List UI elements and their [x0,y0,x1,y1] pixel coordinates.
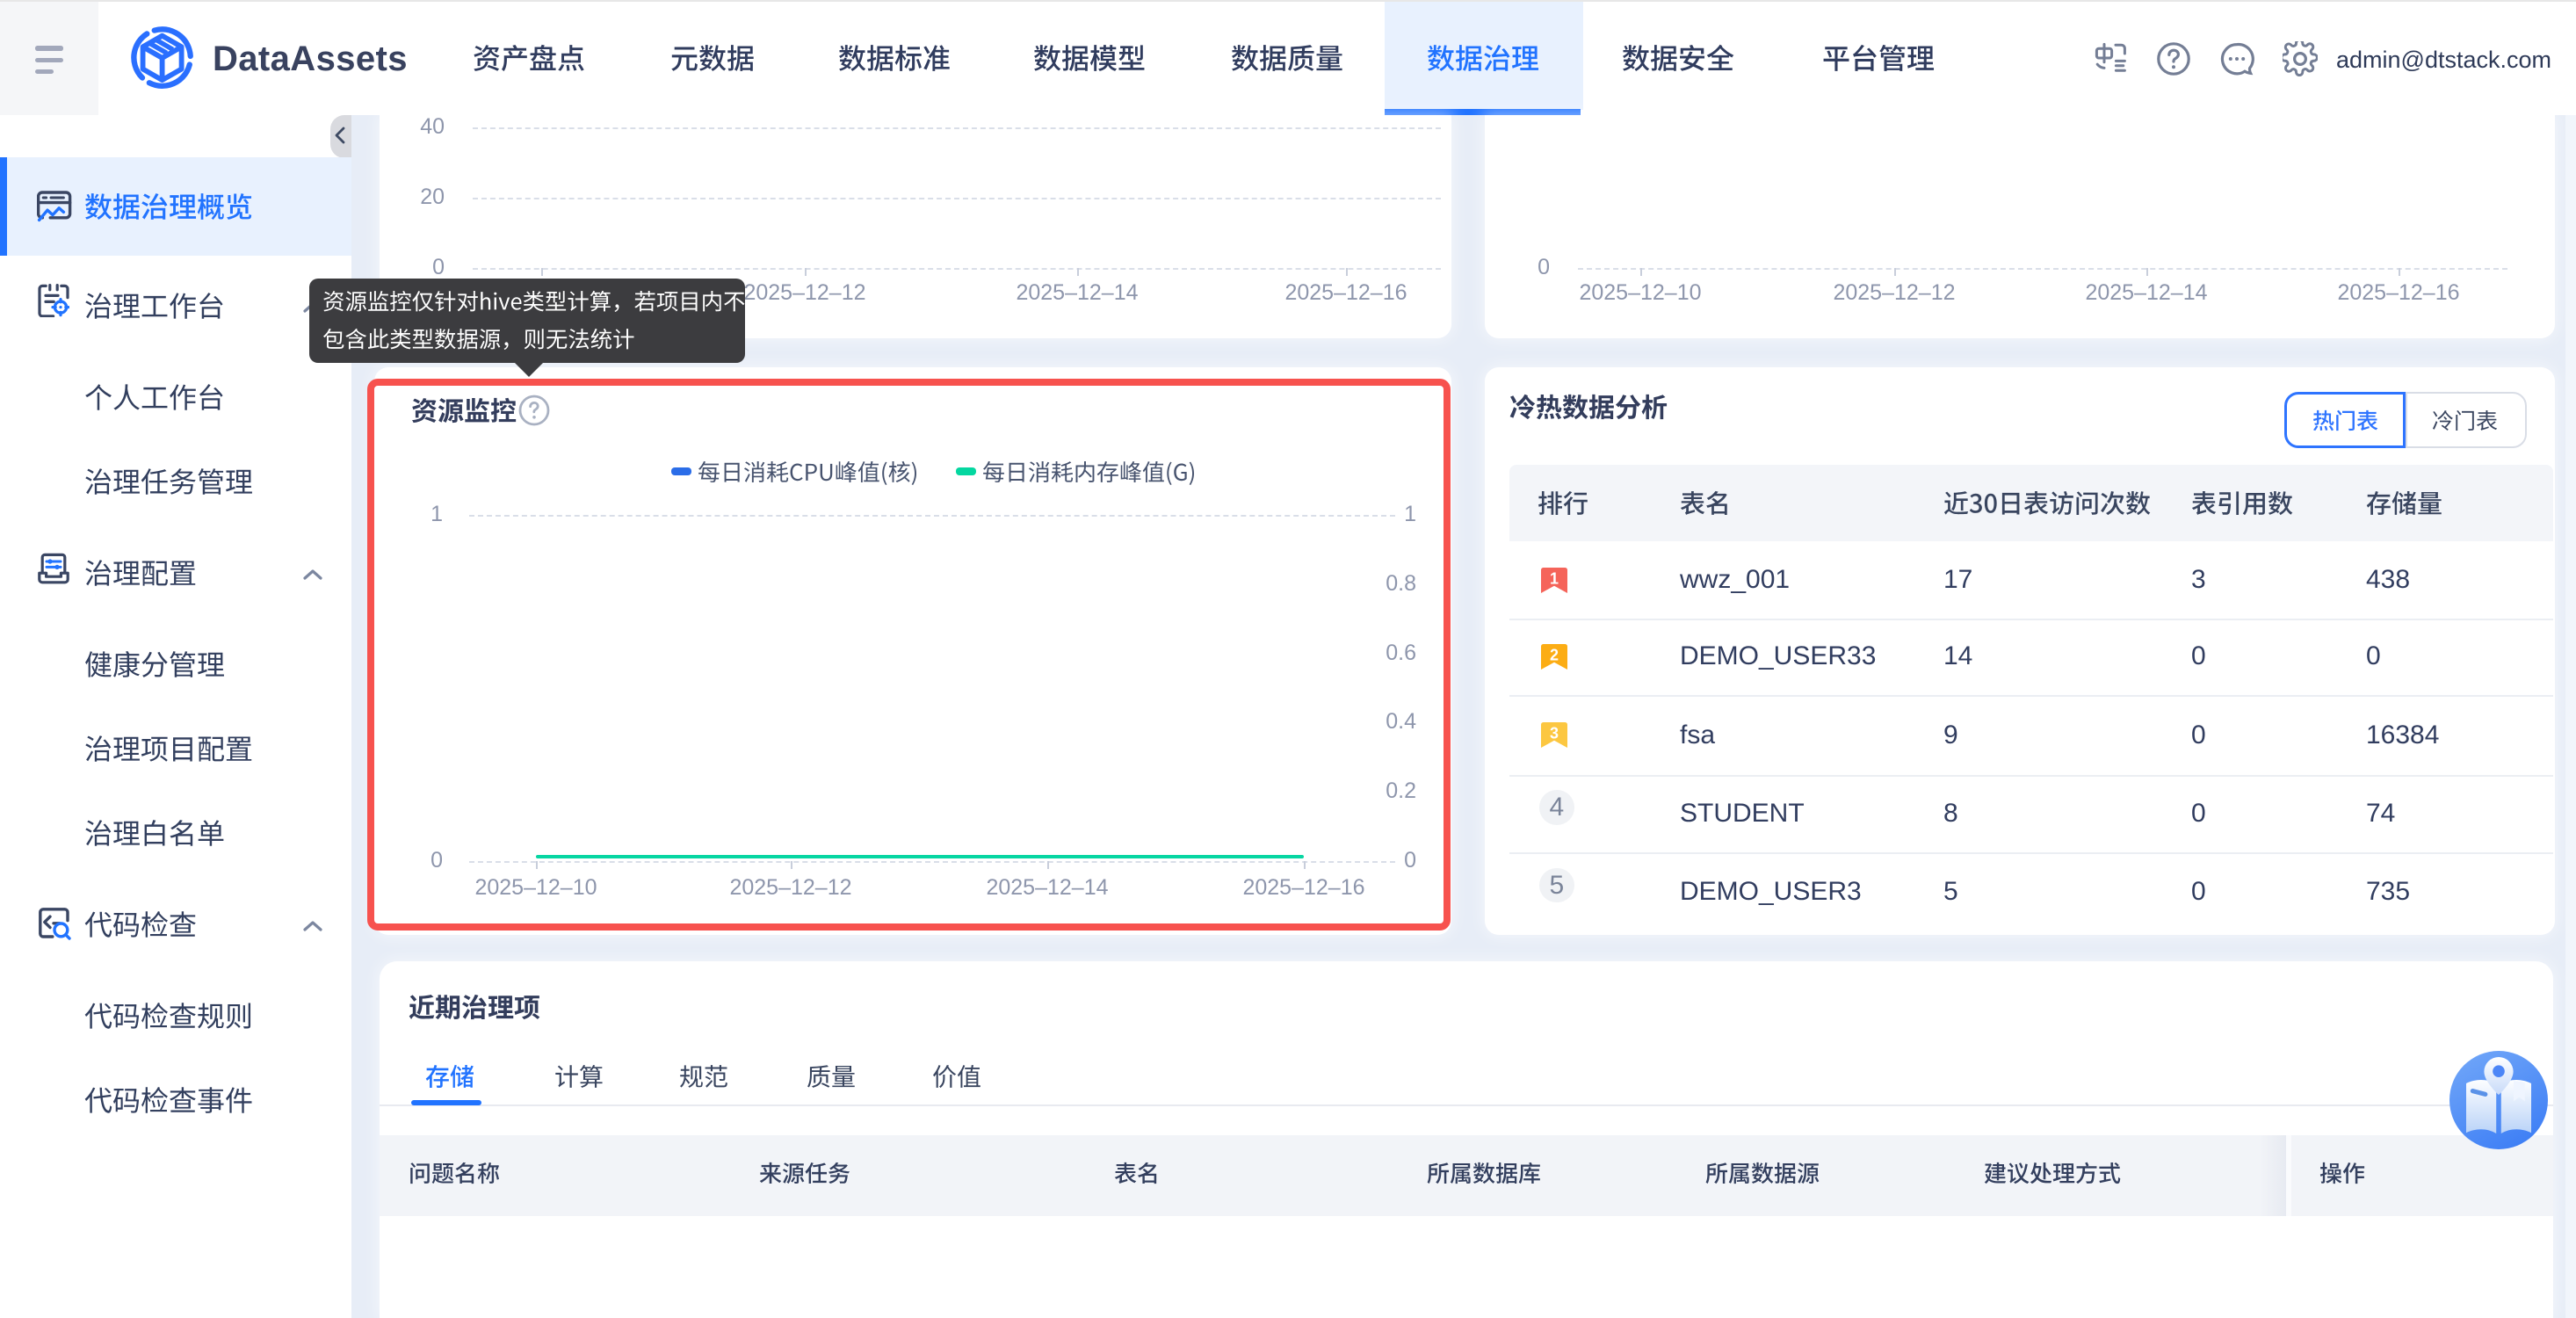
svg-text:2: 2 [1550,647,1559,664]
svg-text:3: 3 [1550,725,1559,742]
svg-text:1: 1 [1550,569,1559,587]
